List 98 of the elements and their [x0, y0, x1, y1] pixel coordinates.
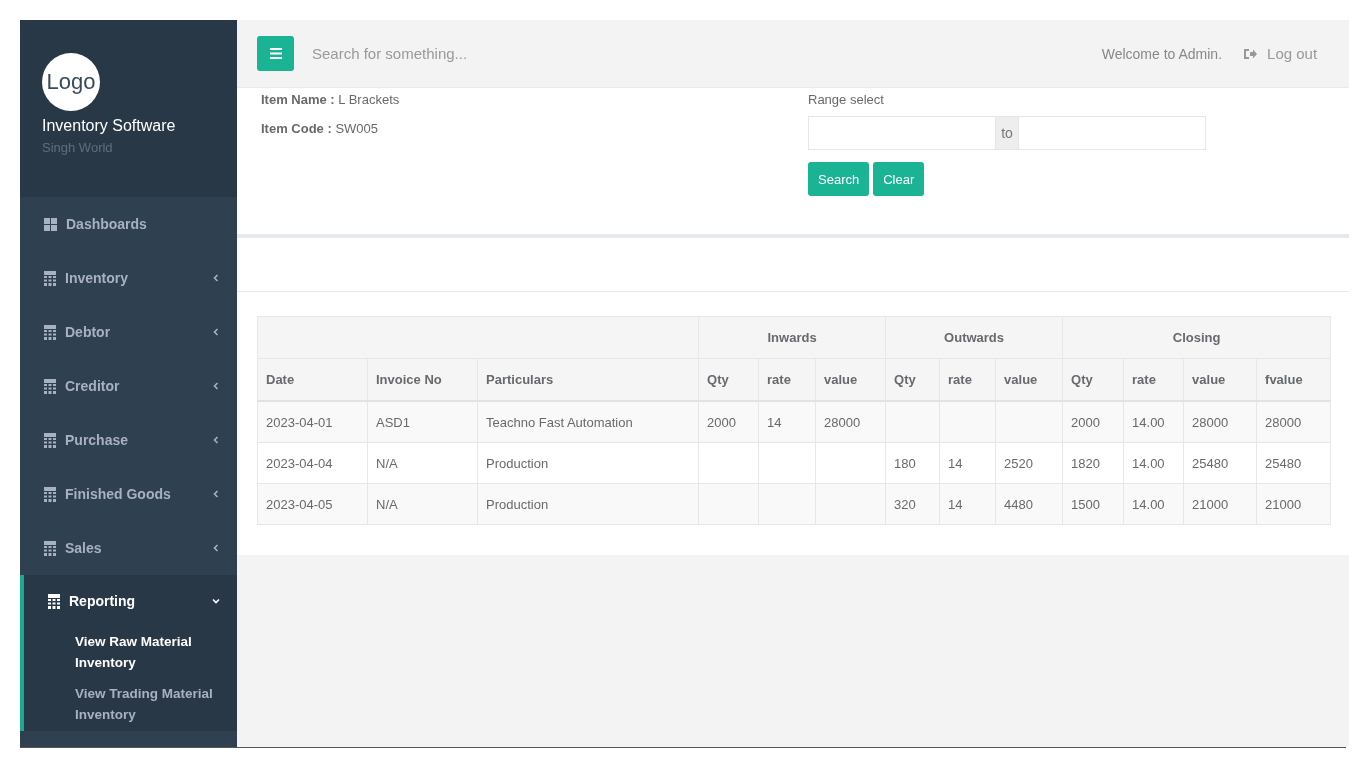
sidebar-item[interactable]: Purchase: [20, 413, 237, 467]
sidebar-item[interactable]: Dashboards: [20, 197, 237, 251]
table-cell: N/A: [367, 483, 478, 525]
calculator-icon: [44, 540, 56, 556]
menu-button[interactable]: [257, 36, 294, 71]
chevron-left-icon: [212, 544, 220, 552]
calculator-icon: [48, 593, 60, 609]
table-cell: 14.00: [1123, 483, 1184, 525]
table-cell: 180: [885, 442, 940, 484]
table-cell: 28000: [1183, 401, 1257, 443]
column-header: value: [995, 358, 1063, 401]
table-cell: 14: [758, 401, 816, 443]
table-cell: 2023-04-04: [257, 442, 368, 484]
column-header: Date: [257, 358, 368, 401]
table-cell: N/A: [367, 442, 478, 484]
logout-link[interactable]: Log out: [1244, 45, 1318, 62]
grid-icon: [44, 217, 57, 231]
search-field[interactable]: Search for something...: [310, 44, 1102, 63]
table-cell: 320: [885, 483, 940, 525]
table-cell: 14: [939, 483, 996, 525]
column-header: value: [1183, 358, 1257, 401]
sign-out-icon: [1244, 47, 1258, 60]
nav-label: Reporting: [69, 593, 137, 609]
sidebar-item[interactable]: Creditor: [20, 359, 237, 413]
column-header: value: [815, 358, 886, 401]
company-name: Singh World: [42, 140, 114, 155]
table-cell: 1500: [1062, 483, 1124, 525]
sidebar-item[interactable]: Sales: [20, 521, 237, 575]
sidebar-item[interactable]: Debtor: [20, 305, 237, 359]
table-cell: 2023-04-05: [257, 483, 368, 525]
range-separator: to: [996, 116, 1018, 150]
table-cell: 14.00: [1123, 401, 1184, 443]
nav-label: Dashboards: [66, 216, 148, 232]
table-cell: 28000: [815, 401, 886, 443]
sidebar-item[interactable]: Inventory: [20, 251, 237, 305]
table-cell: 1820: [1062, 442, 1124, 484]
nav-label: Purchase: [65, 432, 130, 448]
chevron-down-icon: [212, 597, 220, 605]
range-end-field[interactable]: [1017, 116, 1206, 150]
calculator-icon: [44, 432, 56, 448]
chevron-left-icon: [212, 490, 220, 498]
submenu-item[interactable]: View Trading Material Inventory: [20, 679, 237, 731]
field-value: SW005: [335, 121, 379, 136]
sidebar-item[interactable]: Finished Goods: [20, 467, 237, 521]
column-header: Invoice No: [367, 358, 478, 401]
chevron-left-icon: [212, 274, 220, 282]
table-cell: Production: [477, 442, 699, 484]
column-header: rate: [758, 358, 816, 401]
nav-label: Inventory: [65, 270, 129, 286]
column-header: Particulars: [477, 358, 699, 401]
app-title: Inventory Software: [42, 117, 177, 135]
logo: Logo: [42, 53, 100, 111]
column-header: rate: [1123, 358, 1184, 401]
menu-icon: [269, 48, 282, 59]
clear-button[interactable]: Clear: [873, 162, 925, 196]
calculator-icon: [44, 486, 56, 502]
nav-label: Creditor: [65, 378, 121, 394]
nav-label: Finished Goods: [65, 486, 172, 502]
column-header: fvalue: [1256, 358, 1331, 401]
table-cell: 2000: [698, 401, 759, 443]
calculator-icon: [44, 378, 56, 394]
chevron-left-icon: [212, 436, 220, 444]
table-cell: 2023-04-01: [257, 401, 368, 443]
field-label: Item Code :: [261, 121, 332, 136]
table-cell: 2520: [995, 442, 1063, 484]
calculator-icon: [44, 270, 56, 286]
table-cell: 25480: [1183, 442, 1257, 484]
welcome-text: Welcome to Admin.: [1101, 45, 1223, 62]
table-cell: 25480: [1256, 442, 1331, 484]
table-cell: 4480: [995, 483, 1063, 525]
group-header: Closing: [1062, 316, 1331, 359]
column-header: Qty: [885, 358, 940, 401]
column-header: Qty: [1062, 358, 1124, 401]
chevron-left-icon: [212, 328, 220, 336]
field-value: L Brackets: [338, 92, 400, 107]
table-cell: 2000: [1062, 401, 1124, 443]
column-header: rate: [939, 358, 996, 401]
field-label: Item Name :: [261, 92, 335, 107]
table-cell: ASD1: [367, 401, 478, 443]
group-header: Inwards: [698, 316, 886, 359]
range-start-field[interactable]: [808, 116, 997, 150]
table-cell: 21000: [1183, 483, 1257, 525]
table-cell: 14: [939, 442, 996, 484]
calculator-icon: [44, 324, 56, 340]
range-label: Range select: [808, 92, 885, 107]
chevron-left-icon: [212, 382, 220, 390]
table-cell: Teachno Fast Automation: [477, 401, 699, 443]
table-cell: 21000: [1256, 483, 1331, 525]
group-header: Outwards: [885, 316, 1063, 359]
nav-label: Debtor: [65, 324, 112, 340]
table-cell: Production: [477, 483, 699, 525]
column-header: Qty: [698, 358, 759, 401]
sidebar-item[interactable]: Reporting: [20, 575, 237, 627]
table-cell: 28000: [1256, 401, 1331, 443]
nav-label: Sales: [65, 540, 103, 556]
submenu-item[interactable]: View Raw Material Inventory: [20, 627, 237, 679]
search-button[interactable]: Search: [808, 162, 870, 196]
table-cell: 14.00: [1123, 442, 1184, 484]
